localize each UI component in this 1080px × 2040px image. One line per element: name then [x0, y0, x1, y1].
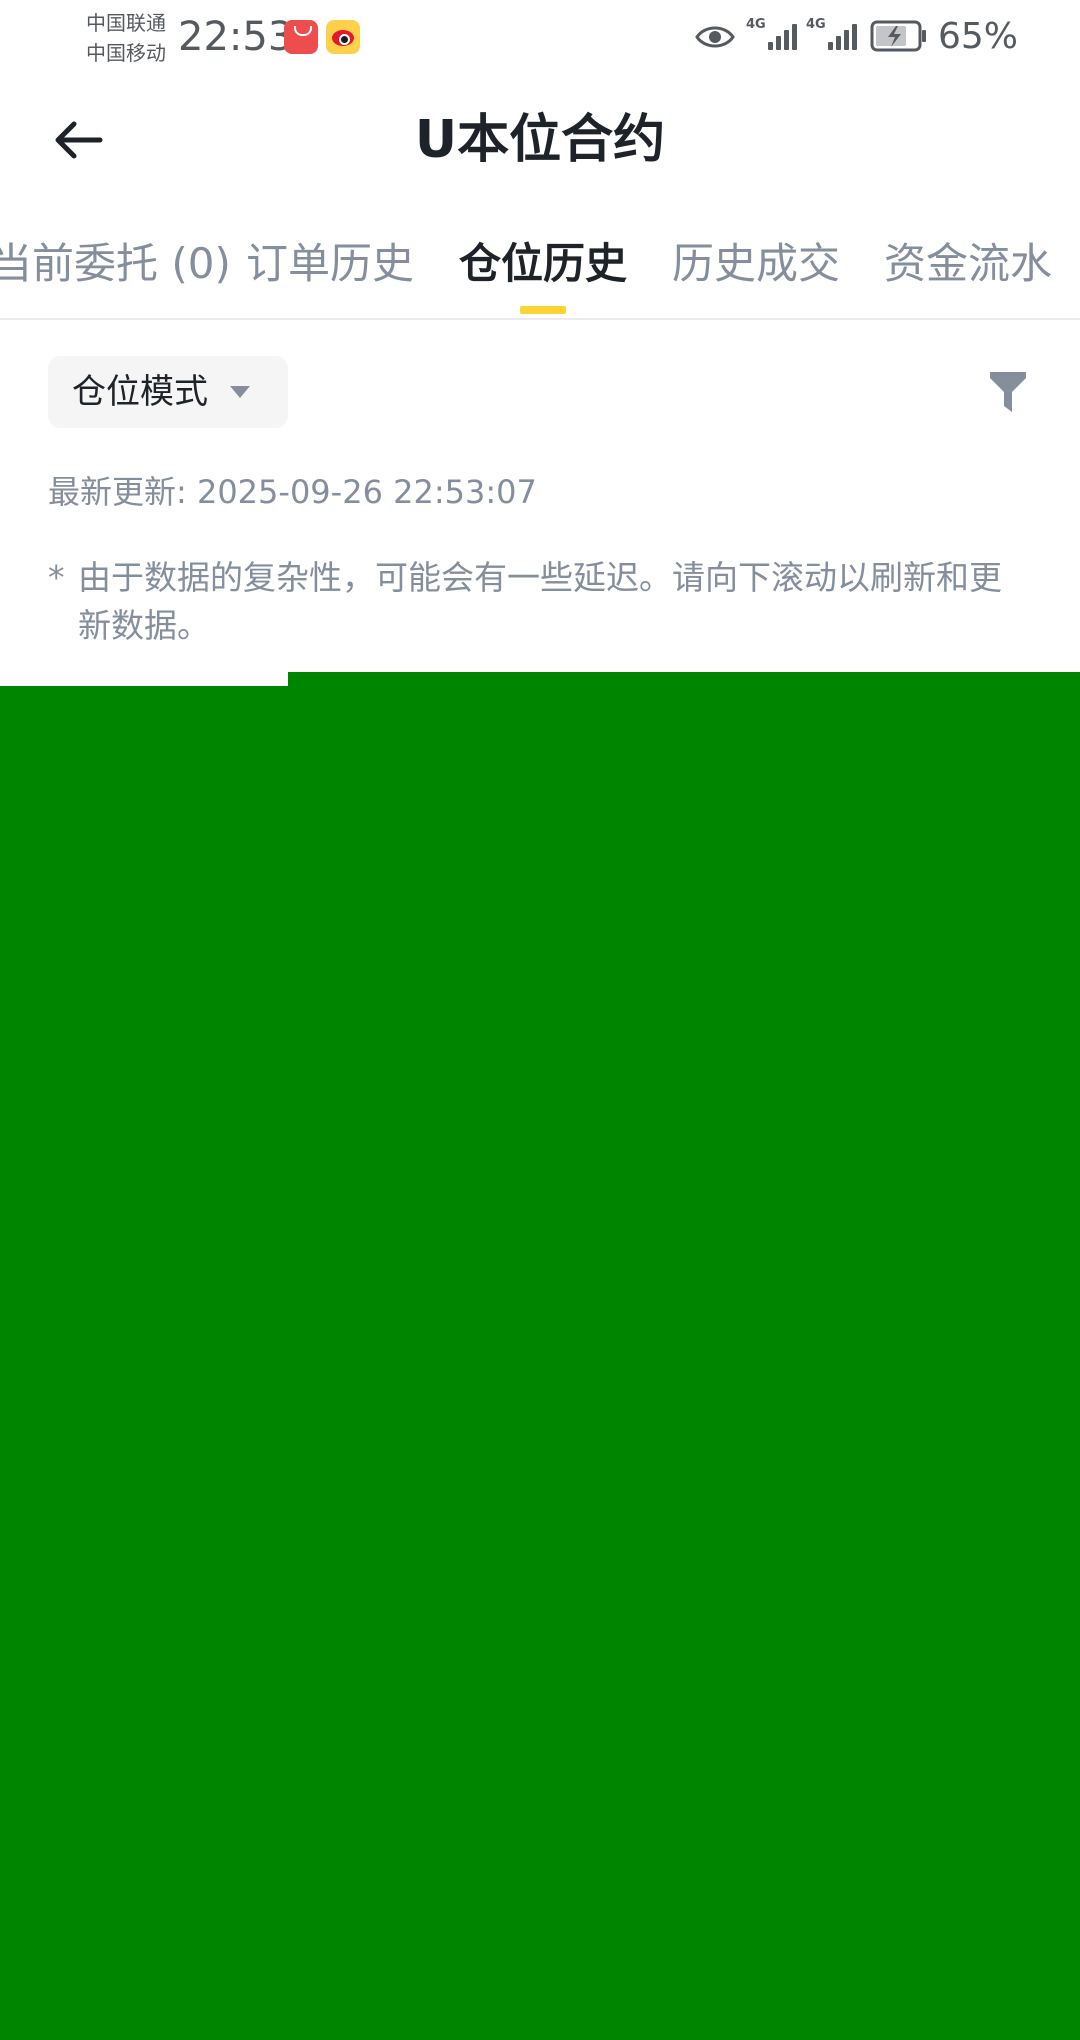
signal-icon-2: 4G: [806, 16, 868, 56]
tab-transaction-history[interactable]: 资金流水: [884, 234, 1052, 294]
green-overlay: [0, 686, 1080, 2040]
tab-bar: 当前委托 (0) 订单历史 仓位历史 历史成交 资金流水: [0, 214, 1080, 320]
status-time: 22:53: [178, 14, 294, 60]
last-update-text: 最新更新: 2025-09-26 22:53:07: [48, 473, 537, 511]
page-title: U本位合约: [414, 110, 666, 170]
caret-down-icon: [230, 386, 250, 398]
weibo-icon: [326, 20, 360, 54]
network-type-1: 4G: [746, 17, 766, 32]
tab-position-history[interactable]: 仓位历史: [459, 234, 627, 294]
notice-asterisk: *: [48, 558, 65, 597]
battery-percentage: 65%: [938, 16, 1019, 57]
huawei-appgallery-icon: [284, 20, 318, 54]
battery-charging-icon: [870, 20, 926, 52]
eye-icon: [695, 26, 735, 48]
tab-open-orders[interactable]: 当前委托 (0): [0, 234, 231, 294]
tab-trade-history[interactable]: 历史成交: [672, 234, 840, 294]
carrier-1: 中国联通: [86, 11, 166, 35]
delay-notice: * 由于数据的复杂性，可能会有一些延迟。请向下滚动以刷新和更新数据。: [48, 554, 1028, 650]
filter-icon[interactable]: [988, 370, 1028, 414]
active-tab-indicator: [520, 306, 566, 314]
position-mode-dropdown[interactable]: 仓位模式: [48, 356, 288, 428]
tab-order-history[interactable]: 订单历史: [246, 234, 414, 294]
signal-icon-1: 4G: [746, 16, 808, 56]
notice-text: 由于数据的复杂性，可能会有一些延迟。请向下滚动以刷新和更新数据。: [78, 558, 1002, 645]
header: U本位合约: [0, 82, 1080, 202]
position-mode-label: 仓位模式: [72, 372, 208, 412]
carrier-2: 中国移动: [86, 41, 166, 65]
status-bar: 中国联通 中国移动 22:53 4G 4G 65%: [0, 0, 1080, 72]
carrier-info: 中国联通 中国移动: [86, 8, 178, 68]
network-type-2: 4G: [806, 17, 826, 32]
